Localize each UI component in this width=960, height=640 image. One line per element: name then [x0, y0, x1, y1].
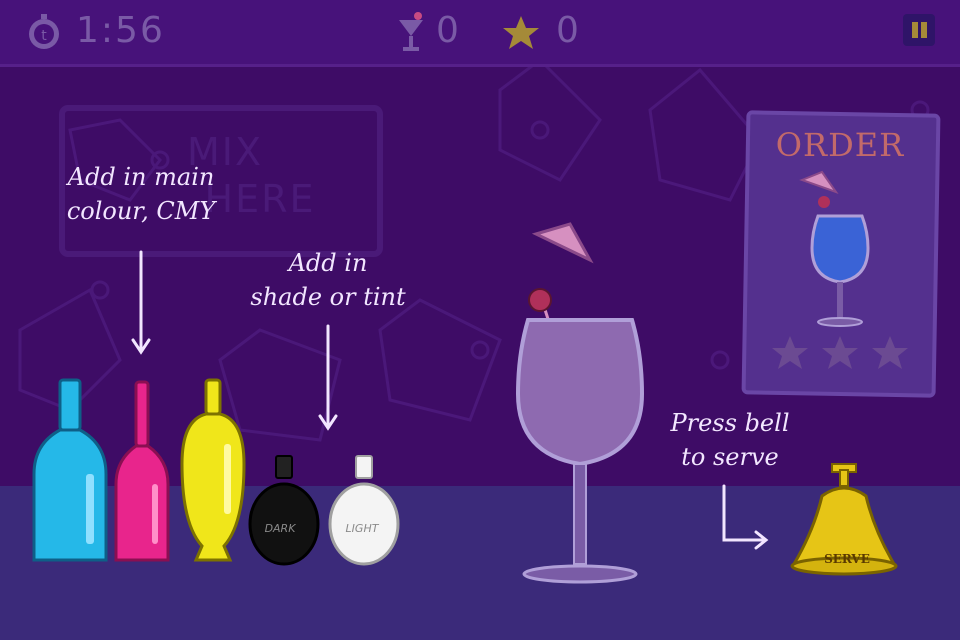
pause-button[interactable] [903, 14, 935, 46]
rating-star-icon [872, 336, 908, 369]
magenta-bottle[interactable] [114, 380, 170, 562]
umbrella-icon [531, 222, 594, 264]
light-bottle[interactable]: LIGHT [328, 455, 400, 566]
order-rating-stars [772, 336, 908, 369]
star-icon [503, 16, 539, 49]
light-bottle-label: LIGHT [346, 522, 380, 535]
stars-count: 0 [556, 10, 579, 51]
mixing-glass[interactable] [470, 214, 710, 594]
dark-bottle[interactable]: DARK [248, 455, 320, 566]
order-drink-preview [799, 170, 870, 327]
cyan-bottle[interactable] [32, 378, 108, 562]
serve-bell-button[interactable] [782, 460, 912, 590]
timer-readout: 1:56 [76, 10, 165, 51]
game-scene: MIX HERE t 1:56 0 0 Add in main colour, … [0, 0, 960, 640]
yellow-bottle[interactable] [180, 378, 246, 562]
bottle-shelf: DARK LIGHT [32, 378, 400, 566]
order-title: ORDER [775, 126, 905, 164]
dark-bottle-label: DARK [265, 522, 297, 535]
rating-star-icon [772, 336, 808, 369]
serve-label: SERVE [824, 552, 870, 566]
hint-shade-tint: Add in shade or tint [250, 249, 406, 311]
rating-star-icon [822, 336, 858, 369]
svg-text:t: t [41, 28, 47, 44]
cocktail-glass-icon [399, 12, 423, 51]
drinks-served-count: 0 [436, 10, 459, 51]
hint-main-colour: Add in main colour, CMY [66, 163, 216, 225]
stopwatch-icon: t [29, 14, 59, 49]
cherry-icon [528, 288, 552, 312]
